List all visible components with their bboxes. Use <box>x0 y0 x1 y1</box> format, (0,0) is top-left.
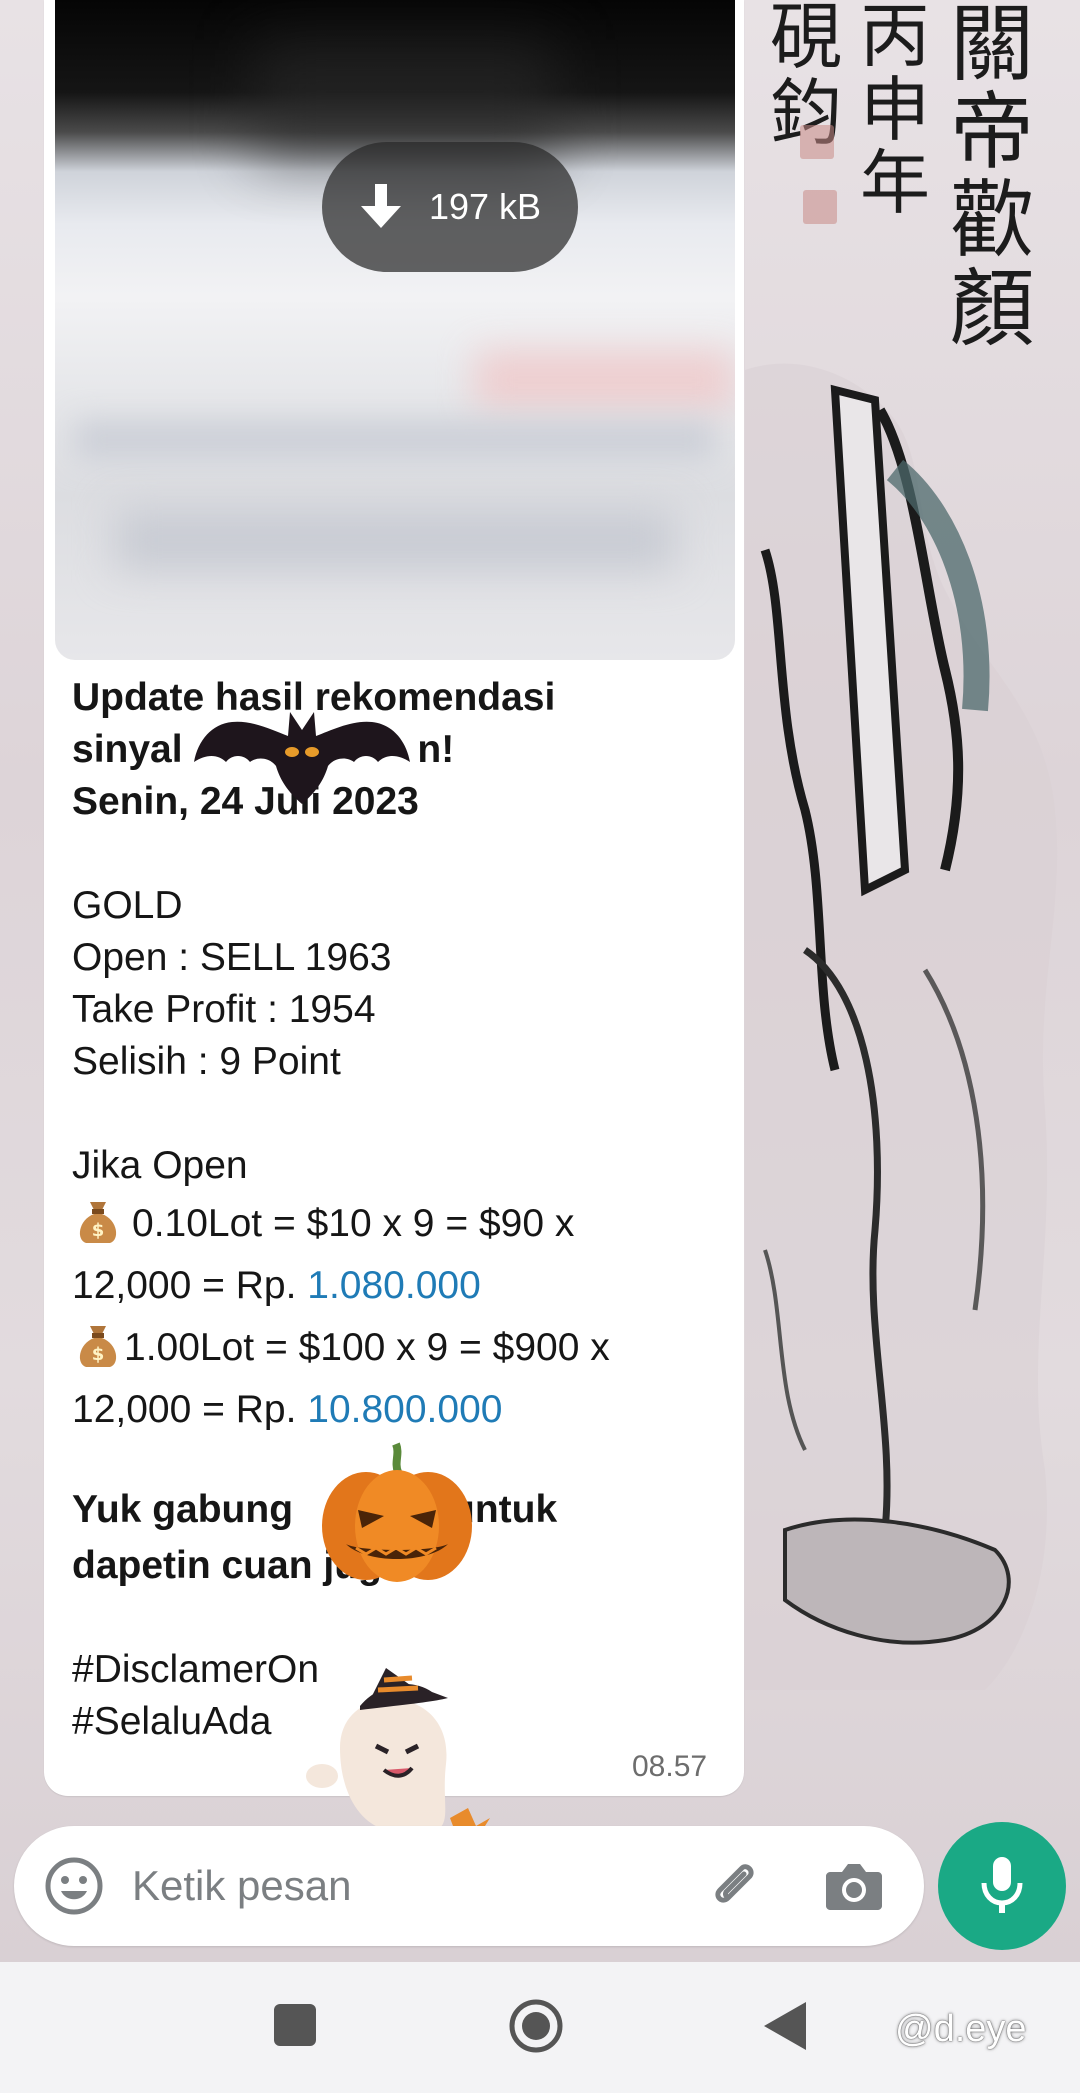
wallpaper-seal <box>800 125 834 159</box>
download-arrow-icon <box>360 184 401 228</box>
watermark-text: @d.eye <box>895 2008 1027 2050</box>
microphone-icon <box>981 1857 1023 1913</box>
system-navigation-bar: @d.eye <box>0 1962 1080 2093</box>
money-bag-icon: $ <box>79 1202 117 1243</box>
take-profit-line: Take Profit : 1954 <box>72 988 376 1031</box>
home-button[interactable] <box>508 1998 564 2054</box>
microphone-button[interactable] <box>938 1822 1066 1950</box>
money-bag-icon: $ <box>79 1326 117 1367</box>
back-button[interactable] <box>760 1998 810 2054</box>
wallpaper-calligraphy: 關帝歡顏 <box>950 0 1035 358</box>
image-thumbnail-blurred[interactable]: 197 kB <box>55 0 735 660</box>
download-button[interactable]: 197 kB <box>322 142 578 272</box>
message-input-bar[interactable]: Ketik pesan <box>14 1826 924 1946</box>
svg-text:$: $ <box>92 1220 105 1241</box>
emoji-icon[interactable] <box>44 1856 104 1916</box>
bat-sticker <box>194 712 410 804</box>
selisih-line: Selisih : 9 Point <box>72 1040 341 1083</box>
asset-line: GOLD <box>72 884 183 927</box>
open-line: Open : SELL 1963 <box>72 936 392 979</box>
lot2-result-value[interactable]: 10.800.000 <box>307 1388 502 1431</box>
message-text: Update hasil rekomendasi sinyal n! Senin… <box>72 672 712 1748</box>
jika-open-line: Jika Open <box>72 1144 248 1187</box>
lot1-result-value[interactable]: 1.080.000 <box>307 1264 481 1307</box>
recent-apps-button[interactable] <box>274 2004 316 2046</box>
message-timestamp: 08.57 <box>632 1750 708 1783</box>
lot2-line: $ 1.00Lot = $100 x 9 = $900 x <box>72 1316 712 1380</box>
camera-icon[interactable] <box>824 1858 884 1914</box>
message-input-field[interactable]: Ketik pesan <box>132 1856 351 1916</box>
lot1-line: $ 0.10Lot = $10 x 9 = $90 x <box>72 1192 712 1256</box>
ghost-sticker <box>306 1668 490 1836</box>
lot1-result-line: 12,000 = Rp. 1.080.000 <box>72 1264 481 1307</box>
svg-text:$: $ <box>92 1344 105 1365</box>
wallpaper-calligraphy: 丙申年 <box>860 0 930 224</box>
paperclip-icon[interactable] <box>704 1856 764 1916</box>
wallpaper-ink-figure <box>745 363 1058 1690</box>
wallpaper-seal <box>803 190 837 224</box>
lot2-result-line: 12,000 = Rp. 10.800.000 <box>72 1388 503 1431</box>
download-size-label: 197 kB <box>428 186 542 227</box>
pumpkin-sticker <box>322 1442 472 1582</box>
